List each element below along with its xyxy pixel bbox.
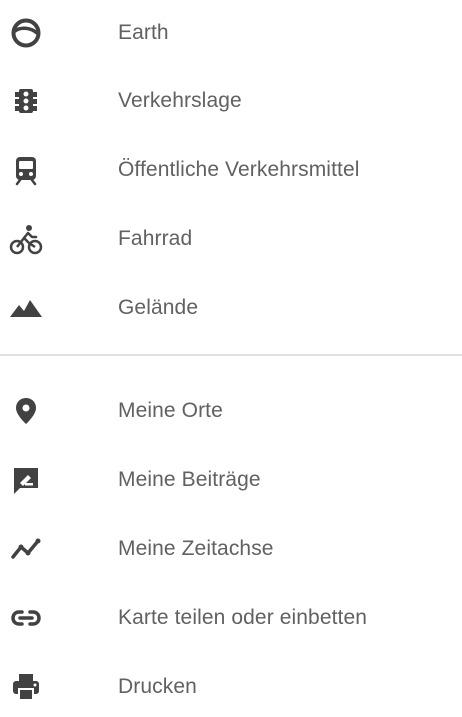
earth-icon [8, 15, 44, 51]
menu-item-label: Karte teilen oder einbetten [118, 606, 368, 629]
map-side-menu: Earth Verkehrslage Öffentliche Verkehrsm [0, 0, 462, 707]
menu-item-my-contributions[interactable]: Meine Beiträge [0, 450, 462, 510]
menu-item-label: Earth [118, 21, 169, 44]
menu-item-label: Gelände [118, 296, 199, 319]
menu-item-traffic[interactable]: Verkehrslage [0, 71, 462, 131]
menu-item-label: Drucken [118, 675, 197, 698]
print-icon [8, 669, 44, 705]
menu-item-label: Fahrrad [118, 227, 193, 250]
terrain-icon [8, 290, 44, 326]
menu-item-label: Öffentliche Verkehrsmittel [118, 158, 360, 181]
place-pin-icon [8, 393, 44, 429]
bicycle-icon [8, 221, 44, 257]
menu-item-my-places[interactable]: Meine Orte [0, 381, 462, 441]
edit-contributions-icon [8, 462, 44, 498]
menu-item-transit[interactable]: Öffentliche Verkehrsmittel [0, 140, 462, 200]
menu-item-bicycle[interactable]: Fahrrad [0, 209, 462, 269]
menu-item-share-embed[interactable]: Karte teilen oder einbetten [0, 588, 462, 648]
transit-train-icon [8, 152, 44, 188]
menu-item-label: Meine Beiträge [118, 468, 261, 491]
menu-item-label: Meine Zeitachse [118, 537, 274, 560]
menu-item-terrain[interactable]: Gelände [0, 278, 462, 338]
timeline-icon [8, 531, 44, 567]
menu-divider [0, 354, 462, 356]
menu-item-earth[interactable]: Earth [0, 3, 462, 63]
link-icon [8, 600, 44, 636]
menu-item-label: Meine Orte [118, 399, 223, 422]
menu-item-label: Verkehrslage [118, 89, 242, 112]
menu-item-print[interactable]: Drucken [0, 657, 462, 717]
menu-item-my-timeline[interactable]: Meine Zeitachse [0, 519, 462, 579]
traffic-light-icon [8, 83, 44, 119]
